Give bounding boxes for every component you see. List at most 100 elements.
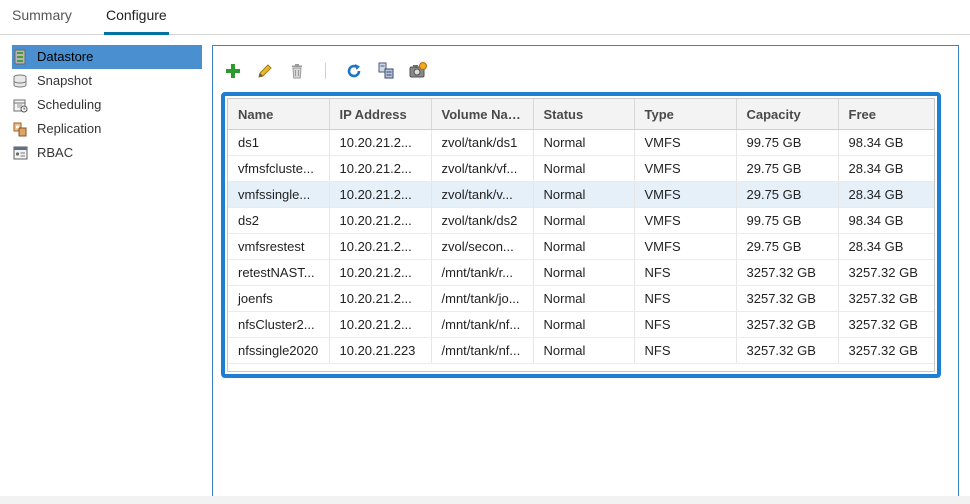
edit-button[interactable] xyxy=(255,61,275,81)
cell-status: Normal xyxy=(533,181,635,208)
sidebar-item-scheduling[interactable]: Scheduling xyxy=(12,93,202,117)
cell-name: vmfsrestest xyxy=(228,233,330,260)
cell-capacity: 29.75 GB xyxy=(736,233,839,260)
sidebar: Datastore Snapshot Scheduling Replicatio… xyxy=(12,45,202,165)
cell-status: Normal xyxy=(533,259,635,286)
tab-configure[interactable]: Configure xyxy=(104,7,169,35)
cell-volume-name: zvol/tank/ds1 xyxy=(431,129,534,156)
column-header-free[interactable]: Free xyxy=(838,99,934,130)
cell-free: 3257.32 GB xyxy=(838,259,934,286)
cell-volume-name: zvol/tank/ds2 xyxy=(431,207,534,234)
cell-ip-address: 10.20.21.2... xyxy=(329,233,432,260)
tab-summary[interactable]: Summary xyxy=(12,7,72,23)
add-icon xyxy=(226,64,240,78)
delete-button[interactable] xyxy=(287,61,307,81)
cell-name: joenfs xyxy=(228,285,330,312)
cell-type: VMFS xyxy=(634,207,737,234)
cell-status: Normal xyxy=(533,129,635,156)
add-button[interactable] xyxy=(223,61,243,81)
cell-free: 28.34 GB xyxy=(838,233,934,260)
column-header-status[interactable]: Status xyxy=(533,99,635,130)
cell-volume-name: zvol/tank/vf... xyxy=(431,155,534,182)
cell-type: NFS xyxy=(634,337,737,364)
column-header-volume-name[interactable]: Volume Name... xyxy=(431,99,534,130)
snapshot-button[interactable] xyxy=(408,61,428,81)
cell-capacity: 99.75 GB xyxy=(736,129,839,156)
edit-icon xyxy=(258,64,272,78)
cell-free: 98.34 GB xyxy=(838,207,934,234)
cell-name: nfssingle2020 xyxy=(228,337,330,364)
cell-type: NFS xyxy=(634,285,737,312)
table-row[interactable]: retestNAST... 10.20.21.2.../mnt/tank/r...… xyxy=(228,259,934,286)
cell-ip-address: 10.20.21.2... xyxy=(329,259,432,286)
tab-bar: Summary Configure xyxy=(0,0,970,35)
cell-ip-address: 10.20.21.2... xyxy=(329,285,432,312)
cell-free: 3257.32 GB xyxy=(838,337,934,364)
column-header-capacity[interactable]: Capacity xyxy=(736,99,839,130)
column-header-name[interactable]: Name xyxy=(228,99,330,130)
cell-volume-name: /mnt/tank/nf... xyxy=(431,337,534,364)
column-header-type[interactable]: Type xyxy=(634,99,737,130)
table-row[interactable]: vmfsrestest 10.20.21.2... zvol/secon... Nor… xyxy=(228,233,934,260)
column-header-ip-address[interactable]: IP Address xyxy=(329,99,432,130)
sidebar-item-replication[interactable]: Replication xyxy=(12,117,202,141)
sidebar-item-rbac[interactable]: RBAC xyxy=(12,141,202,165)
sidebar-item-datastore[interactable]: Datastore xyxy=(12,45,202,69)
scheduling-icon xyxy=(12,97,28,113)
delete-icon xyxy=(292,64,302,79)
table-row[interactable]: vfmsfcluste... 10.20.21.2... zvol/tank/vf.… xyxy=(228,155,934,182)
grid-viewport[interactable]: Name IP Address Volume Name... Status Ty… xyxy=(227,98,935,372)
cell-capacity: 3257.32 GB xyxy=(736,259,839,286)
cell-capacity: 29.75 GB xyxy=(736,181,839,208)
table-row[interactable]: ds2 10.20.21.2... zvol/tank/ds2 Normal VMFS 9… xyxy=(228,207,934,234)
cell-name: vfmsfcluste... xyxy=(228,155,330,182)
cell-name: nfsCluster2... xyxy=(228,311,330,338)
table-row[interactable]: vmfssingle... 10.20.21.2... zvol/tank/v...… xyxy=(228,181,934,208)
cell-type: VMFS xyxy=(634,233,737,260)
cell-status: Normal xyxy=(533,233,635,260)
sidebar-item-label: Scheduling xyxy=(37,97,102,112)
cell-ip-address: 10.20.21.223 xyxy=(329,337,432,364)
table-row[interactable]: nfssingle2020 10.20.21.223/mnt/tank/nf...… xyxy=(228,337,934,364)
cell-free: 28.34 GB xyxy=(838,181,934,208)
replication-icon xyxy=(12,121,28,137)
rbac-icon xyxy=(12,145,28,161)
refresh-button[interactable] xyxy=(344,61,364,81)
cell-status: Normal xyxy=(533,285,635,312)
cell-ip-address: 10.20.21.2... xyxy=(329,129,432,156)
cell-volume-name: /mnt/tank/jo... xyxy=(431,285,534,312)
cell-free: 28.34 GB xyxy=(838,155,934,182)
snapshot-camera-icon xyxy=(409,62,427,78)
datastore-grid: Name IP Address Volume Name... Status Ty… xyxy=(221,92,941,378)
table-row[interactable]: joenfs 10.20.21.2.../mnt/tank/jo... Normal… xyxy=(228,285,934,312)
table-row[interactable]: ds1 10.20.21.2... zvol/tank/ds1 Normal VMFS 9… xyxy=(228,129,934,156)
cell-name: vmfssingle... xyxy=(228,181,330,208)
mount-icon xyxy=(378,62,394,79)
cell-capacity: 3257.32 GB xyxy=(736,311,839,338)
sidebar-item-label: Datastore xyxy=(37,49,94,64)
cell-ip-address: 10.20.21.2... xyxy=(329,311,432,338)
cell-type: VMFS xyxy=(634,155,737,182)
cell-status: Normal xyxy=(533,337,635,364)
cell-name: ds2 xyxy=(228,207,330,234)
datastore-panel: Name IP Address Volume Name... Status Ty… xyxy=(212,45,959,497)
sidebar-item-label: RBAC xyxy=(37,145,74,160)
cell-type: NFS xyxy=(634,311,737,338)
sidebar-item-label: Snapshot xyxy=(37,73,92,88)
table-body: ds1 10.20.21.2... zvol/tank/ds1 Normal VMFS 9… xyxy=(228,129,934,364)
cell-status: Normal xyxy=(533,207,635,234)
toolbar-divider xyxy=(325,63,326,79)
cell-capacity: 99.75 GB xyxy=(736,207,839,234)
toolbar xyxy=(223,60,440,82)
mount-button[interactable] xyxy=(376,61,396,81)
cell-capacity: 29.75 GB xyxy=(736,155,839,182)
sidebar-item-label: Replication xyxy=(37,121,102,136)
cell-name: retestNAST... xyxy=(228,259,330,286)
table-row[interactable]: nfsCluster2... 10.20.21.2.../mnt/tank/nf.… xyxy=(228,311,934,338)
cell-name: ds1 xyxy=(228,129,330,156)
snapshot-icon xyxy=(12,73,28,89)
datastore-table: Name IP Address Volume Name... Status Ty… xyxy=(228,99,934,364)
cell-free: 3257.32 GB xyxy=(838,285,934,312)
sidebar-item-snapshot[interactable]: Snapshot xyxy=(12,69,202,93)
refresh-icon xyxy=(347,64,361,78)
